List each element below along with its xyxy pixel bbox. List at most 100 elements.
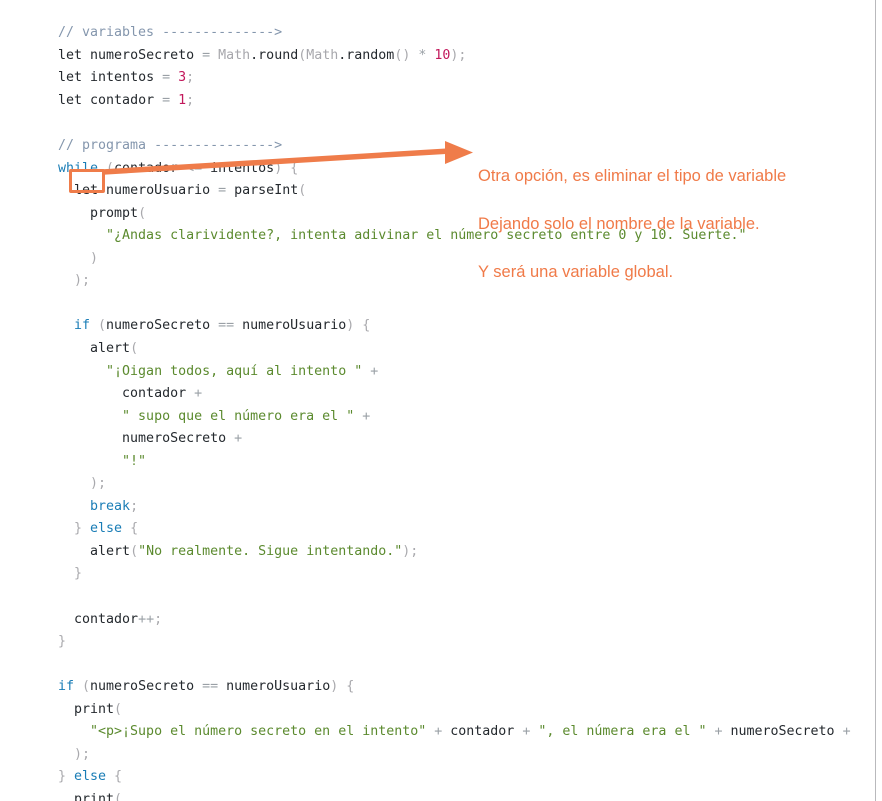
token-object-math: Math xyxy=(210,47,251,63)
token-var-intentos: intentos xyxy=(202,160,275,176)
code-line-18: " supo que el número era el " + xyxy=(58,406,882,429)
code-line-2: let numeroSecreto = Math.round(Math.rand… xyxy=(58,45,882,68)
annotation-text: Otra opción, es eliminar el tipo de vari… xyxy=(478,140,873,308)
token-fn-parseInt: parseInt xyxy=(226,183,299,199)
token-let-3: let xyxy=(58,92,83,108)
token-brace-open-4: ) { xyxy=(330,679,355,695)
token-var-numeroUsuario: numeroUsuario xyxy=(234,318,347,334)
token-semicolon-4: ; xyxy=(154,611,163,627)
comment-programa: // programa ---------------> xyxy=(58,138,283,154)
token-brace-close-2: } xyxy=(58,566,83,582)
token-var-numeroSecreto-3: numeroSecreto xyxy=(90,679,203,695)
annotation-line-1: Otra opción, es eliminar el tipo de vari… xyxy=(478,167,787,185)
code-line-4: let contador = 1; xyxy=(58,90,882,113)
code-line-25: } xyxy=(58,563,882,586)
token-concat-6: + xyxy=(514,724,531,740)
code-line-14: if (numeroSecreto == numeroUsuario) { xyxy=(58,315,882,338)
token-brace-close: } xyxy=(58,521,91,537)
token-concat: + xyxy=(362,363,379,379)
token-eq-eq-2: == xyxy=(202,679,219,695)
token-brace-open-5: { xyxy=(106,769,123,785)
token-identifier-intentos: intentos xyxy=(82,70,163,86)
token-paren-close-5: ); xyxy=(58,746,91,762)
token-paren-8: ( xyxy=(130,543,139,559)
token-identifier-numeroUsuario: numeroUsuario xyxy=(98,183,219,199)
annotation-line-2: Dejando solo el nombre de la variable. xyxy=(478,215,760,233)
token-var-contador-2: contador xyxy=(58,386,187,402)
token-increment: ++ xyxy=(138,611,155,627)
token-var-contador-4: contador xyxy=(442,724,515,740)
token-eq-eq: == xyxy=(218,318,235,334)
token-brace-close-3: } xyxy=(58,634,67,650)
token-identifier-contador: contador xyxy=(82,92,163,108)
code-line-24: alert("No realmente. Sigue intentando.")… xyxy=(58,541,882,564)
token-object-math-2: Math xyxy=(306,47,339,63)
code-line-20: "!" xyxy=(58,451,882,474)
token-identifier-numeroSecreto: numeroSecreto xyxy=(82,47,203,63)
token-number-1: 1 xyxy=(170,92,187,108)
token-brace-close-4: } xyxy=(58,769,75,785)
token-else-2: else xyxy=(74,769,107,785)
code-line-28: } xyxy=(58,631,882,654)
code-line-27: contador++; xyxy=(58,609,882,632)
token-semicolon-2: ; xyxy=(186,92,195,108)
token-string-exclaim: "!" xyxy=(58,453,147,469)
highlight-box-let xyxy=(69,169,105,193)
token-string-oigan: "¡Oigan todos, aquí al intento " xyxy=(58,363,363,379)
token-fn-print: print xyxy=(58,701,115,717)
token-var-numeroUsuario-2: numeroUsuario xyxy=(218,679,331,695)
code-line-17: contador + xyxy=(58,383,882,406)
code-line-16: "¡Oigan todos, aquí al intento " + xyxy=(58,361,882,384)
token-brace-open-3: { xyxy=(122,521,139,537)
token-assign-2: = xyxy=(162,70,171,86)
token-var-contador: contador xyxy=(114,160,187,176)
token-let: let xyxy=(58,47,83,63)
token-fn-alert-2: alert xyxy=(58,543,131,559)
token-fn-alert: alert xyxy=(58,340,131,356)
code-line-35: print( xyxy=(58,789,882,801)
token-var-numeroSecreto: numeroSecreto xyxy=(106,318,219,334)
code-line-23: } else { xyxy=(58,518,882,541)
token-concat-2: + xyxy=(186,386,203,402)
code-line-31: print( xyxy=(58,699,882,722)
token-paren-close-2: ); xyxy=(58,273,91,289)
token-assign-3: = xyxy=(162,92,171,108)
code-line-29-blank xyxy=(58,654,882,677)
token-paren-9: ( xyxy=(74,679,91,695)
token-concat-7: + xyxy=(706,724,723,740)
token-var-numeroSecreto-4: numeroSecreto xyxy=(722,724,835,740)
token-if: if xyxy=(58,318,91,334)
token-else: else xyxy=(90,521,123,537)
code-line-34: } else { xyxy=(58,766,882,789)
token-method-random: .random xyxy=(338,47,395,63)
token-paren-4: ( xyxy=(298,183,307,199)
token-break: break xyxy=(58,498,131,514)
token-paren-7: ( xyxy=(130,340,139,356)
code-line-21: ); xyxy=(58,473,882,496)
code-line-15: alert( xyxy=(58,338,882,361)
token-paren-close-4: ); xyxy=(402,543,419,559)
code-line-22: break; xyxy=(58,496,882,519)
token-paren-11: ( xyxy=(114,791,123,801)
annotation-line-3: Y será una variable global. xyxy=(478,263,674,281)
comment-variables: // variables --------------> xyxy=(58,25,283,41)
token-if-2: if xyxy=(58,679,75,695)
code-line-30: if (numeroSecreto == numeroUsuario) { xyxy=(58,676,882,699)
token-assign-4: = xyxy=(218,183,227,199)
code-line-19: numeroSecreto + xyxy=(58,428,882,451)
token-var-contador-3: contador xyxy=(58,611,139,627)
code-screenshot-canvas: // variables --------------> let numeroSe… xyxy=(0,0,882,801)
code-line-1: // variables --------------> xyxy=(58,22,882,45)
token-paren-6: ( xyxy=(90,318,107,334)
token-var-numeroSecreto-2: numeroSecreto xyxy=(58,431,227,447)
token-semicolon-3: ; xyxy=(130,498,139,514)
token-concat-5: + xyxy=(426,724,443,740)
token-number-3: 3 xyxy=(170,70,187,86)
token-string-numera: ", el númera era el " xyxy=(530,724,707,740)
token-concat-3: + xyxy=(354,408,371,424)
code-line-32: "<p>¡Supo el número secreto en el intent… xyxy=(58,721,882,744)
token-string-no-realmente: "No realmente. Sigue intentando." xyxy=(138,543,403,559)
token-assign: = xyxy=(202,47,211,63)
code-line-33: ); xyxy=(58,744,882,767)
token-semicolon: ; xyxy=(186,70,195,86)
